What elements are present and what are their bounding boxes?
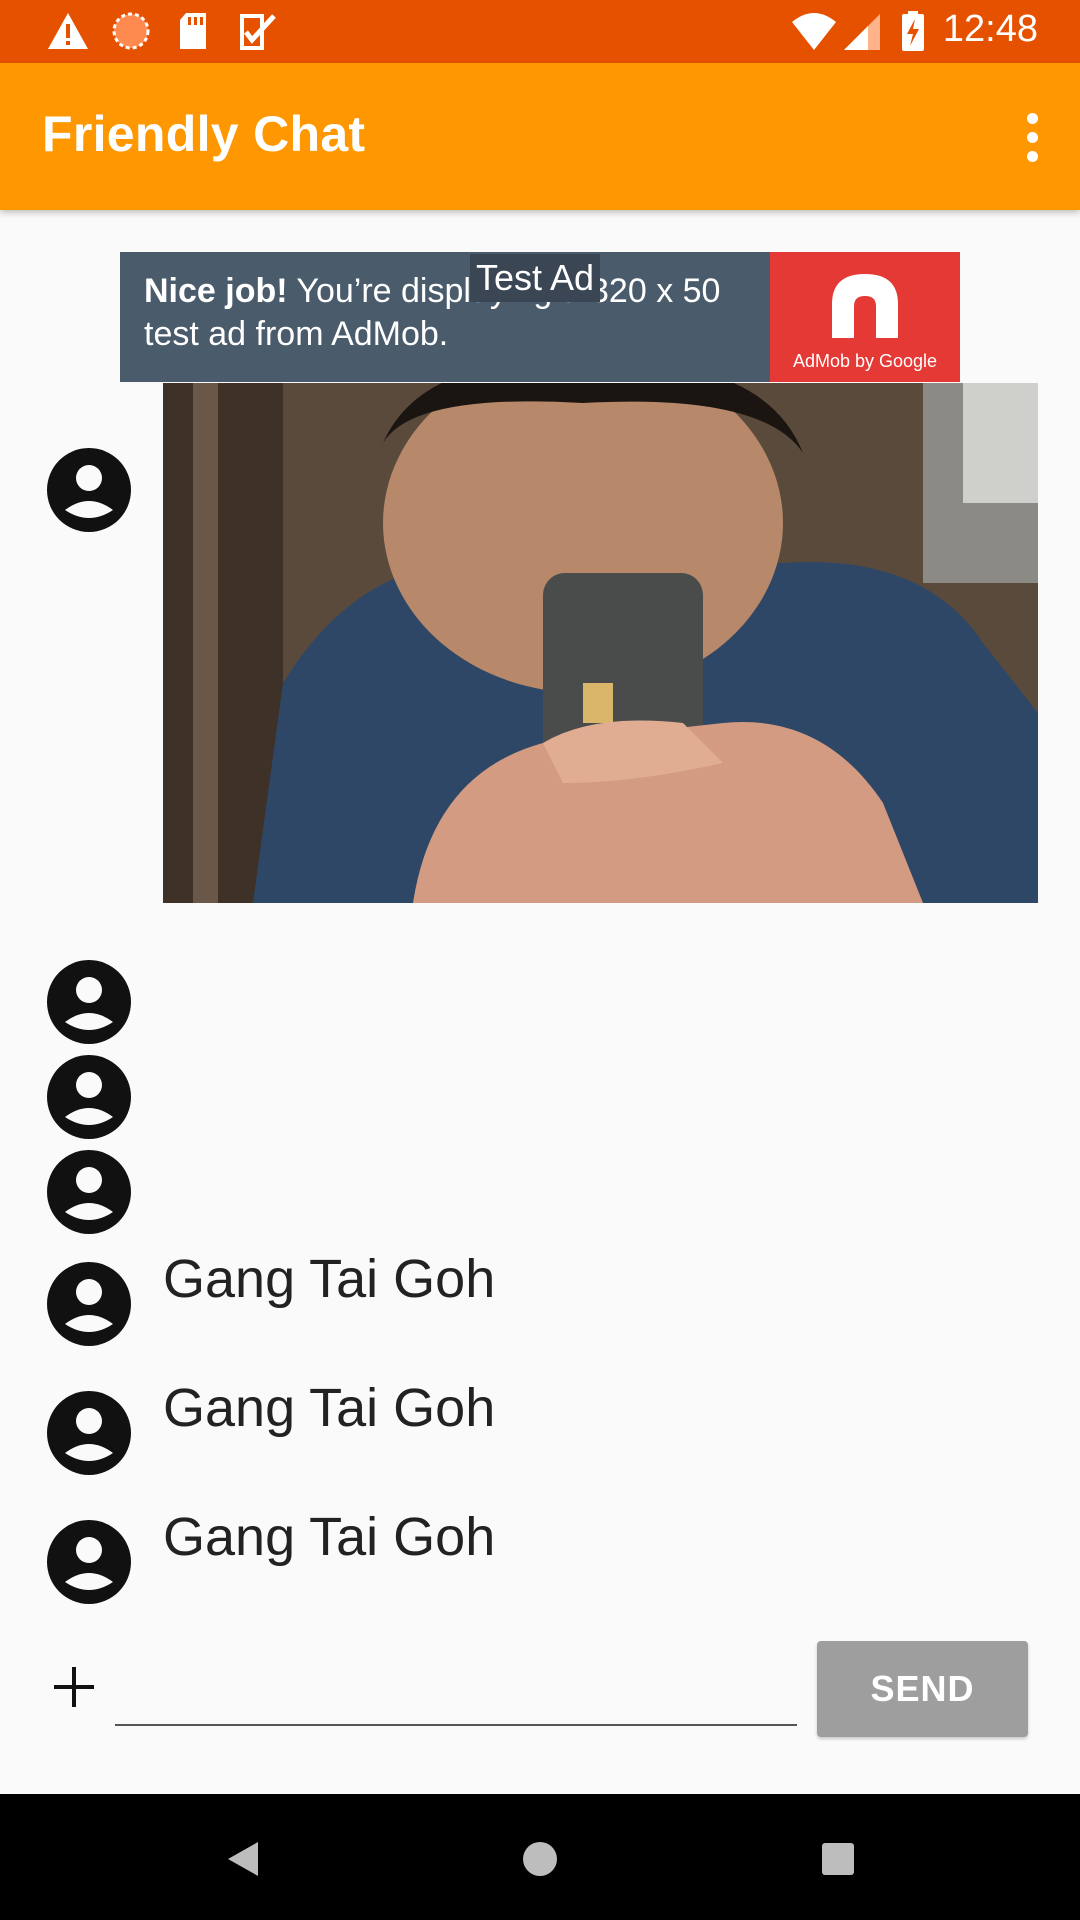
account-circle-icon (47, 1262, 131, 1346)
home-icon[interactable] (505, 1824, 575, 1894)
admob-logo: AdMob by Google (770, 252, 960, 382)
account-circle-icon (47, 1150, 131, 1234)
app-title: Friendly Chat (42, 106, 366, 162)
navigation-bar (0, 1794, 1080, 1920)
alert-icon (48, 13, 88, 49)
ad-brand: AdMob by Google (792, 351, 938, 371)
overflow-menu-icon[interactable] (1002, 99, 1062, 175)
sd-card-icon (180, 13, 206, 49)
message-input[interactable] (115, 1640, 797, 1726)
send-button[interactable]: SEND (817, 1641, 1028, 1737)
plus-icon[interactable] (50, 1663, 98, 1711)
account-circle-icon (47, 1520, 131, 1604)
screen: 12:48 Friendly Chat Nice job! You’re dis… (0, 0, 1080, 1920)
sync-icon (112, 12, 150, 50)
admob-icon (832, 274, 898, 338)
message-text: Gang Tai Goh (163, 1507, 496, 1567)
message-text: Gang Tai Goh (163, 1378, 496, 1438)
battery-charging-icon (902, 11, 924, 51)
account-circle-icon (47, 1391, 131, 1475)
message-photo[interactable] (163, 383, 1038, 903)
clipboard-check-icon (240, 14, 276, 50)
ad-headline: Nice job! (144, 272, 288, 310)
account-circle-icon (47, 448, 131, 532)
back-icon[interactable] (206, 1824, 276, 1894)
message-text: Gang Tai Goh (163, 1249, 496, 1309)
account-circle-icon (47, 1055, 131, 1139)
recents-icon[interactable] (803, 1824, 873, 1894)
wifi-icon (792, 13, 836, 50)
app-bar: Friendly Chat (0, 63, 1080, 210)
signal-icon (844, 14, 880, 50)
photo-image (163, 383, 1038, 903)
status-time: 12:48 (942, 8, 1038, 50)
test-ad-label: Test Ad (470, 254, 601, 302)
account-circle-icon (47, 960, 131, 1044)
status-bar: 12:48 (0, 0, 1080, 63)
ad-text: Nice job! You’re displaying a 320 x 50 t… (144, 270, 764, 356)
